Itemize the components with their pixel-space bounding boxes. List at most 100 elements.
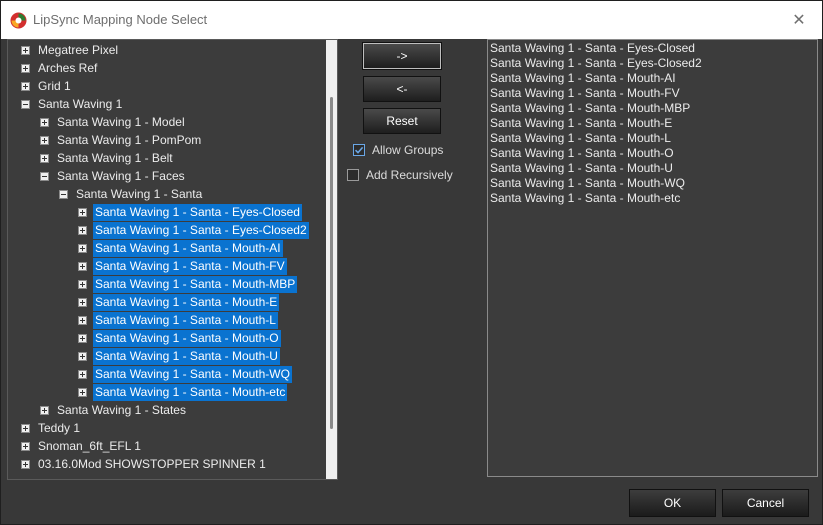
tree-item-label: Grid 1 [38, 78, 71, 93]
expand-icon[interactable] [21, 45, 30, 55]
tree-item[interactable]: Santa Waving 1 - PomPom [40, 131, 203, 149]
expand-icon[interactable] [21, 441, 30, 451]
add-recursively-option[interactable]: Add Recursively [347, 168, 453, 182]
list-item[interactable]: Santa Waving 1 - Santa - Mouth-MBP [490, 101, 690, 116]
expand-icon[interactable] [40, 117, 49, 127]
list-item[interactable]: Santa Waving 1 - Santa - Mouth-WQ [490, 176, 685, 191]
expand-icon[interactable] [78, 387, 87, 397]
tree-item[interactable]: Grid 1 [21, 77, 73, 95]
list-item[interactable]: Santa Waving 1 - Santa - Mouth-FV [490, 86, 680, 101]
remove-selected-button[interactable]: <- [363, 76, 441, 102]
expand-icon[interactable] [78, 333, 87, 343]
reset-button[interactable]: Reset [363, 108, 441, 134]
tree-item-label: Santa Waving 1 - Santa - Mouth-AI [93, 239, 283, 257]
tree-item-label: Santa Waving 1 - Santa - Mouth-etc [93, 383, 288, 401]
tree-item-label: Santa Waving 1 - Model [57, 114, 185, 129]
tree-item-label: Santa Waving 1 - Santa - Mouth-O [93, 329, 281, 347]
dialog-window: LipSync Mapping Node Select ✕ Megatree P… [0, 0, 823, 525]
list-item[interactable]: Santa Waving 1 - Santa - Eyes-Closed [490, 41, 695, 56]
add-selected-button[interactable]: -> [362, 42, 442, 70]
tree-item[interactable]: Snoman_6ft_EFL 1 [21, 437, 143, 455]
tree-item[interactable]: Santa Waving 1 - Santa - Mouth-WQ [78, 365, 292, 383]
cancel-label: Cancel [746, 496, 785, 510]
tree-item[interactable]: Santa Waving 1 - Santa - Mouth-O [78, 329, 281, 347]
allow-groups-label: Allow Groups [372, 143, 444, 157]
tree-item[interactable]: Arches Ref [21, 59, 99, 77]
expand-icon[interactable] [21, 423, 30, 433]
tree-item[interactable]: Santa Waving 1 - Santa - Mouth-etc [78, 383, 288, 401]
tree-item[interactable]: Santa Waving 1 - Santa - Mouth-MBP [78, 275, 298, 293]
allow-groups-option[interactable]: Allow Groups [353, 143, 443, 157]
expand-icon[interactable] [78, 207, 87, 217]
tree-item-label: Santa Waving 1 - Santa - Mouth-MBP [93, 275, 298, 293]
tree-item-label: Arches Ref [38, 60, 98, 75]
tree-item[interactable]: Santa Waving 1 - Santa - Mouth-E [78, 293, 280, 311]
ok-button[interactable]: OK [629, 489, 716, 517]
tree-item[interactable]: Santa Waving 1 - Belt [40, 149, 175, 167]
tree-item[interactable]: Teddy 1 [21, 419, 82, 437]
close-icon: ✕ [792, 12, 806, 29]
list-item[interactable]: Santa Waving 1 - Santa - Mouth-etc [490, 191, 680, 206]
tree-item[interactable]: Santa Waving 1 - Model [40, 113, 187, 131]
tree-item[interactable]: Santa Waving 1 - Faces [40, 167, 187, 185]
add-recursively-checkbox[interactable] [347, 169, 359, 181]
list-item[interactable]: Santa Waving 1 - Santa - Mouth-E [490, 116, 672, 131]
tree-item[interactable]: Santa Waving 1 - Santa [59, 185, 204, 203]
list-item[interactable]: Santa Waving 1 - Santa - Mouth-AI [490, 71, 676, 86]
expand-icon[interactable] [78, 225, 87, 235]
expand-icon[interactable] [78, 297, 87, 307]
expand-icon[interactable] [21, 459, 30, 469]
tree-item[interactable]: Santa Waving 1 - States [40, 401, 188, 419]
checkmark-icon [354, 146, 364, 154]
expand-icon[interactable] [78, 369, 87, 379]
tree-item[interactable]: Megatree Pixel [21, 41, 120, 59]
expand-icon[interactable] [78, 261, 87, 271]
tree-item-label: Santa Waving 1 - Santa - Mouth-WQ [93, 365, 292, 383]
collapse-icon[interactable] [40, 171, 49, 181]
selected-nodes-list[interactable]: Santa Waving 1 - Santa - Eyes-Closed Sant… [487, 39, 818, 477]
add-selected-label: -> [396, 49, 408, 63]
tree-item-label: 03.16.0Mod SHOWSTOPPER SPINNER 1 [38, 456, 266, 471]
expand-icon[interactable] [40, 135, 49, 145]
expand-icon[interactable] [78, 351, 87, 361]
tree-item[interactable]: Santa Waving 1 - Santa - Mouth-FV [78, 257, 287, 275]
expand-icon[interactable] [78, 315, 87, 325]
expand-icon[interactable] [21, 81, 30, 91]
expand-icon[interactable] [21, 63, 30, 73]
collapse-icon[interactable] [21, 99, 30, 109]
tree-item[interactable]: Santa Waving 1 - Santa - Mouth-U [78, 347, 280, 365]
tree-item[interactable]: 03.16.0Mod SHOWSTOPPER SPINNER 1 [21, 455, 268, 473]
scrollbar-thumb[interactable] [330, 97, 333, 429]
expand-icon[interactable] [78, 243, 87, 253]
tree-item[interactable]: Santa Waving 1 - Santa - Eyes-Closed2 [78, 221, 309, 239]
tree-item-label: Megatree Pixel [38, 42, 119, 57]
ok-label: OK [663, 496, 682, 510]
expand-icon[interactable] [40, 405, 49, 415]
model-tree[interactable]: Megatree Pixel Arches Ref Grid 1 Santa Wavi… [7, 39, 338, 480]
list-item[interactable]: Santa Waving 1 - Santa - Mouth-L [490, 131, 671, 146]
tree-item[interactable]: Santa Waving 1 - Santa - Eyes-Closed [78, 203, 302, 221]
xlights-app-icon [10, 12, 27, 29]
reset-label: Reset [386, 114, 418, 128]
window-title: LipSync Mapping Node Select [33, 12, 208, 27]
tree-vertical-scrollbar[interactable] [326, 40, 337, 479]
list-item[interactable]: Santa Waving 1 - Santa - Mouth-O [490, 146, 674, 161]
tree-item[interactable]: Santa Waving 1 - Santa - Mouth-L [78, 311, 278, 329]
tree-item-label: Santa Waving 1 - Santa - Mouth-E [93, 293, 280, 311]
list-item[interactable]: Santa Waving 1 - Santa - Mouth-U [490, 161, 673, 176]
tree-item-label: Snoman_6ft_EFL 1 [38, 438, 141, 453]
tree-item-label: Teddy 1 [38, 420, 81, 435]
close-button[interactable]: ✕ [776, 1, 822, 39]
title-bar: LipSync Mapping Node Select ✕ [1, 1, 822, 39]
tree-item[interactable]: Santa Waving 1 - Santa - Mouth-AI [78, 239, 283, 257]
tree-item-label: Santa Waving 1 - Faces [57, 168, 185, 183]
expand-icon[interactable] [40, 153, 49, 163]
expand-icon[interactable] [78, 279, 87, 289]
tree-item-label: Santa Waving 1 - Santa [76, 186, 203, 201]
tree-item[interactable]: Santa Waving 1 [21, 95, 124, 113]
collapse-icon[interactable] [59, 189, 68, 199]
cancel-button[interactable]: Cancel [722, 489, 809, 517]
tree-item-label: Santa Waving 1 - Santa - Eyes-Closed2 [93, 221, 309, 239]
allow-groups-checkbox[interactable] [353, 144, 365, 156]
list-item[interactable]: Santa Waving 1 - Santa - Eyes-Closed2 [490, 56, 702, 71]
